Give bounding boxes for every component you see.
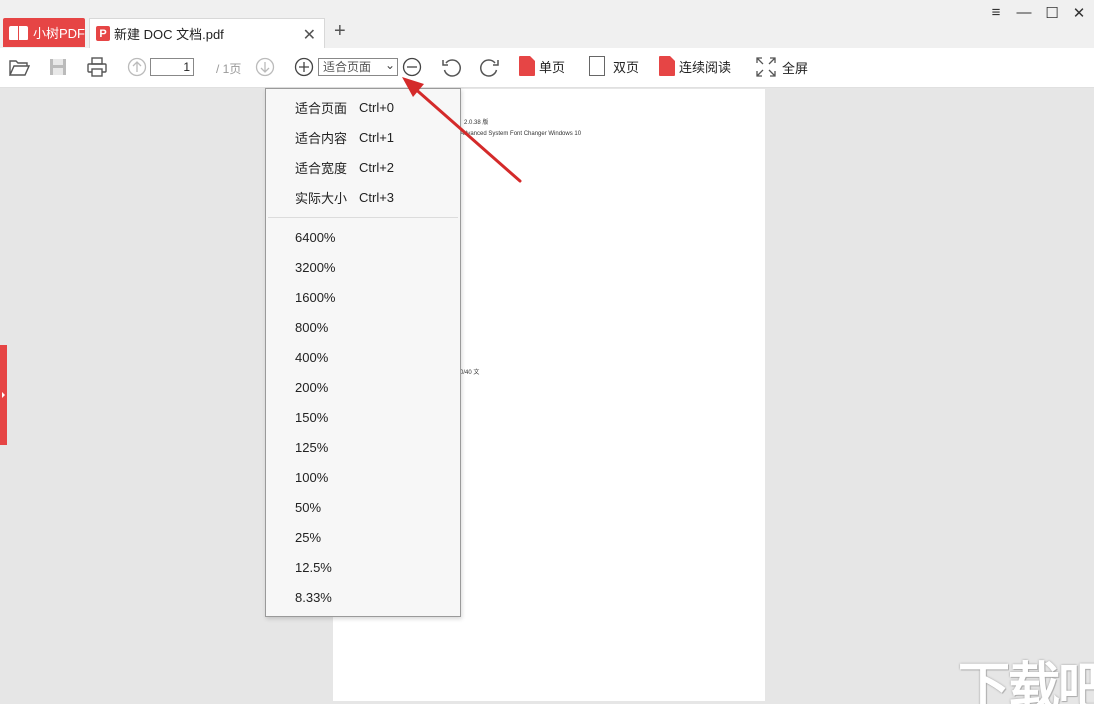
page-total-label: / 1页 — [216, 62, 242, 76]
document-tab-label: 新建 DOC 文档.pdf — [114, 27, 224, 42]
zoom-option-fit-width[interactable]: 适合宽度 Ctrl+2 — [266, 152, 460, 182]
close-tab-icon[interactable]: ✕ — [303, 25, 316, 45]
save-icon — [50, 59, 66, 75]
menu-item-label: 25% — [295, 529, 322, 545]
zoom-level-value: 适合页面 — [323, 60, 372, 74]
title-bar: 小树PDF P 新建 DOC 文档.pdf ✕ + ≡ — ☐ ✕ — [0, 0, 1094, 48]
menu-item-shortcut: Ctrl+3 — [359, 189, 395, 205]
menu-item-label: 8.33% — [295, 589, 332, 605]
menu-item-label: 适合页面 — [295, 100, 348, 116]
menu-item-label: 6400% — [295, 229, 336, 245]
menu-item-label: 150% — [295, 409, 329, 425]
single-page-label: 单页 — [539, 59, 566, 75]
double-page-icon — [589, 56, 605, 76]
menu-item-label: 200% — [295, 379, 329, 395]
menu-item-label: 400% — [295, 349, 329, 365]
zoom-level-option[interactable]: 25% — [266, 522, 460, 552]
book-icon — [9, 25, 29, 40]
zoom-option-actual-size[interactable]: 实际大小 Ctrl+3 — [266, 182, 460, 212]
menu-divider — [268, 217, 458, 218]
zoom-level-option[interactable]: 100% — [266, 462, 460, 492]
next-page-button[interactable] — [254, 56, 276, 78]
continuous-read-button[interactable]: 连续阅读 — [659, 56, 731, 76]
maximize-button[interactable]: ☐ — [1042, 4, 1062, 22]
continuous-read-icon — [659, 56, 675, 76]
rotate-right-icon — [480, 59, 499, 77]
app-logo-tab[interactable]: 小树PDF — [3, 18, 85, 47]
document-text-line: 2.0.38 版 — [464, 120, 489, 126]
double-page-label: 双页 — [613, 59, 640, 75]
arrow-up-circle-icon — [127, 57, 147, 77]
menu-item-label: 1600% — [295, 289, 336, 305]
rotate-right-button[interactable] — [479, 56, 501, 78]
fullscreen-label: 全屏 — [782, 60, 809, 76]
zoom-level-option[interactable]: 800% — [266, 312, 460, 342]
zoom-level-option[interactable]: 150% — [266, 402, 460, 432]
menu-item-label: 适合宽度 — [295, 160, 348, 176]
open-file-button[interactable] — [8, 56, 30, 78]
menu-item-shortcut: Ctrl+1 — [359, 129, 395, 145]
document-tab[interactable]: P 新建 DOC 文档.pdf ✕ — [89, 18, 325, 48]
zoom-level-option[interactable]: 12.5% — [266, 552, 460, 582]
zoom-level-option[interactable]: 200% — [266, 372, 460, 402]
pdf-file-icon: P — [96, 26, 110, 41]
document-text-line: Advanced System Font Changer Windows 10 — [460, 131, 582, 137]
zoom-level-option[interactable]: 8.33% — [266, 582, 460, 612]
zoom-level-option[interactable]: 50% — [266, 492, 460, 522]
print-button[interactable] — [86, 56, 108, 78]
zoom-out-button[interactable] — [401, 56, 423, 78]
zoom-option-fit-content[interactable]: 适合内容 Ctrl+1 — [266, 122, 460, 152]
arrow-down-circle-icon — [255, 57, 275, 77]
menu-item-label: 50% — [295, 499, 322, 515]
new-tab-button[interactable]: + — [334, 20, 346, 43]
document-text-line: 0/40 文 — [460, 370, 480, 376]
watermark-logo: 下载吧 — [958, 659, 1094, 704]
sidebar-toggle[interactable] — [0, 345, 7, 445]
zoom-in-icon — [294, 57, 314, 77]
menu-item-label: 适合内容 — [295, 130, 348, 146]
rotate-left-button[interactable] — [440, 56, 462, 78]
app-name: 小树PDF — [33, 26, 86, 41]
menu-item-label: 实际大小 — [295, 190, 348, 206]
menu-item-shortcut: Ctrl+0 — [359, 99, 395, 115]
continuous-read-label: 连续阅读 — [679, 59, 732, 75]
minimize-button[interactable]: — — [1014, 4, 1034, 21]
zoom-in-button[interactable] — [293, 56, 315, 78]
rotate-left-icon — [442, 59, 461, 77]
fullscreen-icon — [756, 57, 776, 77]
folder-open-icon — [8, 60, 30, 76]
close-window-button[interactable]: ✕ — [1069, 4, 1089, 22]
zoom-level-option[interactable]: 125% — [266, 432, 460, 462]
menu-item-label: 12.5% — [295, 559, 332, 575]
zoom-level-option[interactable]: 3200% — [266, 252, 460, 282]
single-page-button[interactable]: 单页 — [519, 56, 565, 76]
toolbar: 1 / 1页 适合页面 ⌄ 单页 双页 连续阅读 全屏 — [0, 48, 1094, 88]
menu-item-label: 800% — [295, 319, 329, 335]
menu-item-label: 3200% — [295, 259, 336, 275]
zoom-option-fit-page[interactable]: 适合页面 Ctrl+0 — [266, 92, 460, 122]
menu-icon[interactable]: ≡ — [986, 4, 1006, 21]
save-button[interactable] — [47, 56, 69, 78]
zoom-level-option[interactable]: 6400% — [266, 222, 460, 252]
menu-item-shortcut: Ctrl+2 — [359, 159, 395, 175]
previous-page-button[interactable] — [126, 56, 148, 78]
double-page-button[interactable]: 双页 — [589, 56, 639, 76]
page-number-input[interactable]: 1 — [150, 58, 194, 76]
menu-item-label: 125% — [295, 439, 329, 455]
printer-icon — [87, 57, 107, 77]
fullscreen-button[interactable]: 全屏 — [755, 56, 808, 78]
chevron-down-icon: ⌄ — [384, 58, 395, 72]
menu-item-label: 100% — [295, 469, 329, 485]
zoom-level-option[interactable]: 400% — [266, 342, 460, 372]
zoom-level-select[interactable]: 适合页面 ⌄ — [318, 58, 398, 76]
single-page-icon — [519, 56, 535, 76]
zoom-level-option[interactable]: 1600% — [266, 282, 460, 312]
zoom-out-icon — [402, 57, 422, 77]
zoom-dropdown-menu: 适合页面 Ctrl+0 适合内容 Ctrl+1 适合宽度 Ctrl+2 实际大小… — [265, 88, 461, 617]
